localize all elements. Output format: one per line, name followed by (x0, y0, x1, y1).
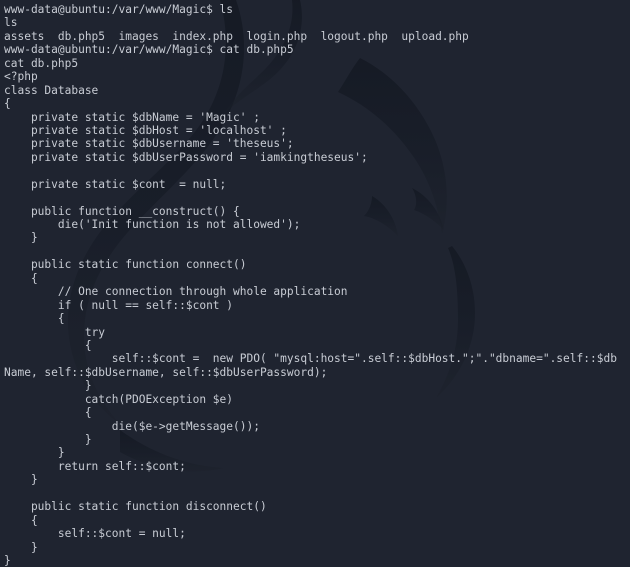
terminal-line: class Database (4, 83, 99, 97)
terminal-line: if ( null == self::$cont ) (4, 298, 234, 312)
terminal-line: self::$cont = null; (4, 527, 186, 541)
terminal-line: } (4, 231, 38, 245)
terminal-line: { (4, 97, 11, 111)
terminal-line: private static $dbHost = 'localhost' ; (4, 123, 287, 137)
terminal-line: catch(PDOException $e) (4, 392, 234, 406)
terminal-line: } (4, 379, 92, 393)
terminal-line: Name, self::$dbUsername, self::$dbUserPa… (4, 365, 328, 379)
terminal-line: } (4, 553, 11, 567)
terminal-line: public static function disconnect() (4, 500, 267, 514)
terminal-line: die('Init function is not allowed'); (4, 218, 301, 231)
terminal-line: // One connection through whole applicat… (4, 285, 348, 299)
terminal-line: assets db.php5 images index.php login.ph… (4, 29, 469, 43)
terminal-line: cat db.php5 (4, 56, 79, 70)
terminal-line: ls (4, 16, 18, 30)
terminal-line: { (4, 338, 92, 352)
terminal-line: private static $dbName = 'Magic' ; (4, 110, 260, 124)
terminal-line: { (4, 513, 38, 527)
terminal-prompt-line: www-data@ubuntu:/var/www/Magic$ cat db.p… (4, 43, 294, 57)
terminal-line: private static $dbUsername = 'theseus'; (4, 137, 294, 151)
terminal-line: } (4, 433, 92, 446)
terminal-line: self::$cont = new PDO( "mysql:host=".sel… (4, 352, 617, 366)
terminal-line: die($e->getMessage()); (4, 419, 260, 433)
terminal-line: } (4, 473, 38, 487)
terminal-line: { (4, 406, 92, 420)
terminal-line: public static function connect() (4, 258, 247, 272)
terminal-line: { (4, 312, 65, 326)
terminal-line: private static $dbUserPassword = 'iamkin… (4, 150, 368, 164)
terminal-line: try (4, 325, 106, 339)
terminal-output[interactable]: www-data@ubuntu:/var/www/Magic$ ls ls asse… (0, 0, 630, 567)
terminal-line: <?php (4, 70, 38, 84)
terminal-line: private static $cont = null; (4, 177, 227, 191)
terminal-prompt-line: www-data@ubuntu:/var/www/Magic$ ls (4, 3, 234, 16)
terminal-line: public function __construct() { (4, 204, 240, 218)
terminal-line: } (4, 540, 38, 554)
terminal-line: { (4, 271, 38, 285)
terminal-line: } (4, 446, 65, 460)
terminal-line: return self::$cont; (4, 459, 186, 473)
